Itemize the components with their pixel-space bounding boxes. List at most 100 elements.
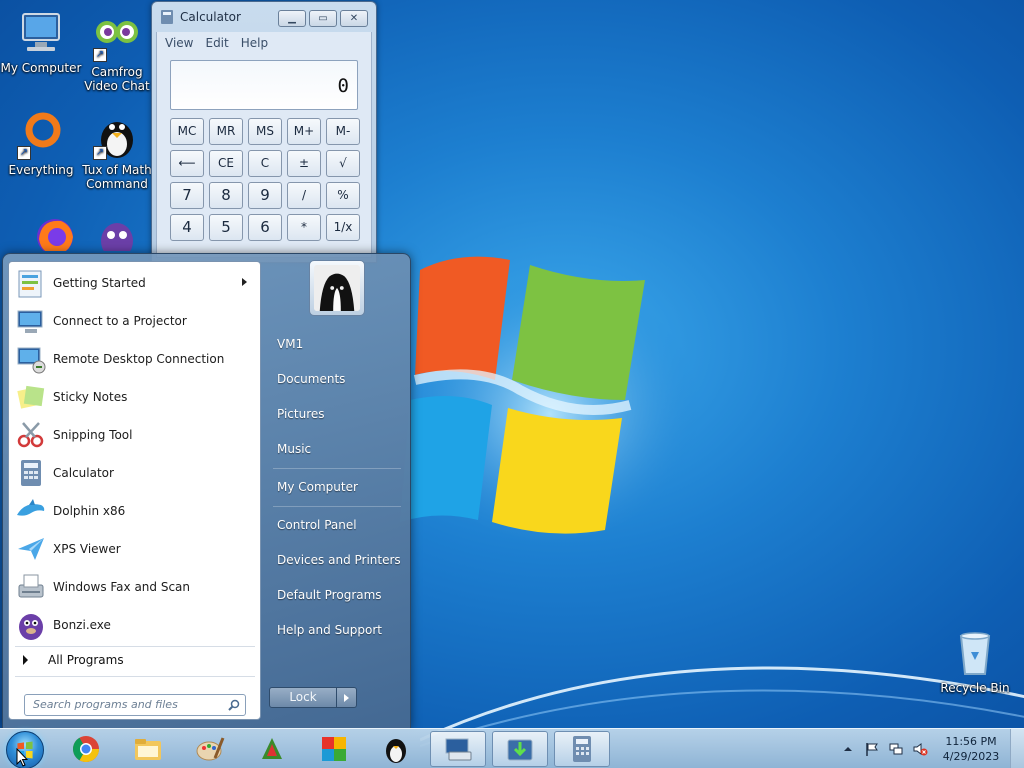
action-center-flag-icon[interactable] xyxy=(864,741,880,757)
clock-date: 4/29/2023 xyxy=(942,750,1000,763)
clock-time: 11:56 PM xyxy=(945,735,997,748)
key-divide[interactable]: / xyxy=(287,182,321,209)
calculator-menu-bar: View Edit Help xyxy=(157,32,371,52)
windows-logo-wallpaper xyxy=(400,256,700,540)
key-5[interactable]: 5 xyxy=(209,214,243,241)
link-my-computer[interactable]: My Computer xyxy=(277,480,358,494)
desktop-icon-bonzi[interactable] xyxy=(76,213,158,251)
user-avatar[interactable] xyxy=(309,260,365,316)
key-sqrt[interactable]: √ xyxy=(326,150,360,177)
key-m-minus[interactable]: M- xyxy=(326,118,360,145)
search-icon xyxy=(228,699,240,711)
taskbar-tux-math[interactable] xyxy=(368,731,424,767)
shortcut-arrow-icon: ↗ xyxy=(93,48,107,62)
program-remote-desktop[interactable]: Remote Desktop Connection xyxy=(15,340,255,378)
calculator-icon xyxy=(21,460,41,486)
my-computer-icon xyxy=(17,10,65,58)
divider xyxy=(15,646,255,647)
show-hidden-icons-icon[interactable] xyxy=(840,741,856,757)
desktop-icon-my-computer[interactable]: My Computer xyxy=(0,10,82,75)
calculator-app-icon xyxy=(161,10,173,24)
key-reciprocal[interactable]: 1/x xyxy=(326,214,360,241)
taskbar-cheat-engine[interactable] xyxy=(244,731,300,767)
taskbar-onscreen-keyboard[interactable] xyxy=(430,731,486,767)
divider xyxy=(273,468,401,469)
key-plus-minus[interactable]: ± xyxy=(287,150,321,177)
shortcut-arrow-icon: ↗ xyxy=(93,146,107,160)
snipping-tool-icon xyxy=(17,422,44,448)
close-button[interactable]: ✕ xyxy=(340,10,368,27)
key-ce[interactable]: CE xyxy=(209,150,243,177)
key-backspace[interactable]: ⟵ xyxy=(170,150,204,177)
taskbar-download-app[interactable] xyxy=(492,731,548,767)
key-8[interactable]: 8 xyxy=(209,182,243,209)
bonzi-icon xyxy=(19,614,43,640)
taskbar-avg[interactable] xyxy=(306,731,362,767)
taskbar-chrome[interactable] xyxy=(58,731,114,767)
desktop-icon-camfrog[interactable]: ↗ Camfrog Video Chat xyxy=(76,14,158,93)
program-calculator[interactable]: Calculator xyxy=(15,454,255,492)
program-xps-viewer[interactable]: XPS Viewer xyxy=(15,530,255,568)
desktop-icon-tux-math[interactable]: ↗ Tux of Math Command xyxy=(76,112,158,191)
tux-icon: ↗ xyxy=(93,112,141,160)
key-c[interactable]: C xyxy=(248,150,282,177)
key-6[interactable]: 6 xyxy=(248,214,282,241)
link-default-programs[interactable]: Default Programs xyxy=(277,588,382,602)
start-menu: Getting Started Connect to a Projector R… xyxy=(2,253,411,729)
link-devices-printers[interactable]: Devices and Printers xyxy=(277,553,401,567)
key-mc[interactable]: MC xyxy=(170,118,204,145)
show-desktop-button[interactable] xyxy=(1010,729,1024,768)
maximize-button[interactable]: ▭ xyxy=(309,10,337,27)
tux-icon xyxy=(386,739,406,763)
link-control-panel[interactable]: Control Panel xyxy=(277,518,357,532)
volume-muted-icon[interactable] xyxy=(912,741,928,757)
key-9[interactable]: 9 xyxy=(248,182,282,209)
key-m-plus[interactable]: M+ xyxy=(287,118,321,145)
minimize-button[interactable]: ▁ xyxy=(278,10,306,27)
search-programs-input[interactable]: Search programs and files xyxy=(24,694,246,716)
taskbar-clock[interactable]: 11:56 PM 4/29/2023 xyxy=(932,734,1010,764)
download-icon xyxy=(507,739,533,761)
divider xyxy=(273,506,401,507)
chrome-icon xyxy=(72,736,100,763)
program-sticky-notes[interactable]: Sticky Notes xyxy=(15,378,255,416)
program-snipping-tool[interactable]: Snipping Tool xyxy=(15,416,255,454)
taskbar: 11:56 PM 4/29/2023 xyxy=(0,728,1024,768)
taskbar-calculator[interactable] xyxy=(554,731,610,767)
link-help-support[interactable]: Help and Support xyxy=(277,623,382,637)
menu-view[interactable]: View xyxy=(165,34,193,52)
menu-help[interactable]: Help xyxy=(241,34,268,52)
lock-button[interactable]: Lock xyxy=(269,687,337,708)
calculator-window[interactable]: Calculator ▁ ▭ ✕ View Edit Help 0 MC MR … xyxy=(151,1,377,263)
menu-edit[interactable]: Edit xyxy=(205,34,228,52)
program-getting-started[interactable]: Getting Started xyxy=(15,264,255,302)
link-pictures[interactable]: Pictures xyxy=(277,407,325,421)
projector-icon xyxy=(17,310,43,333)
dolphin-icon xyxy=(17,499,45,516)
link-user-folder[interactable]: VM1 xyxy=(277,337,303,351)
calculator-icon xyxy=(573,736,591,762)
key-percent[interactable]: % xyxy=(326,182,360,209)
program-bonzi[interactable]: Bonzi.exe xyxy=(15,606,255,644)
taskbar-paint[interactable] xyxy=(182,731,238,767)
key-7[interactable]: 7 xyxy=(170,182,204,209)
chevron-right-icon xyxy=(23,655,28,665)
camfrog-icon: ↗ xyxy=(93,14,141,62)
program-dolphin[interactable]: Dolphin x86 xyxy=(15,492,255,530)
all-programs-button[interactable]: All Programs xyxy=(17,650,124,670)
xps-viewer-icon xyxy=(18,538,44,560)
network-icon[interactable] xyxy=(888,741,904,757)
key-multiply[interactable]: * xyxy=(287,214,321,241)
taskbar-explorer[interactable] xyxy=(120,731,176,767)
key-mr[interactable]: MR xyxy=(209,118,243,145)
power-options-arrow-button[interactable] xyxy=(337,687,357,708)
program-fax-scan[interactable]: Windows Fax and Scan xyxy=(15,568,255,606)
key-ms[interactable]: MS xyxy=(248,118,282,145)
link-documents[interactable]: Documents xyxy=(277,372,345,386)
getting-started-icon xyxy=(18,270,42,298)
key-4[interactable]: 4 xyxy=(170,214,204,241)
program-connect-projector[interactable]: Connect to a Projector xyxy=(15,302,255,340)
desktop-icon-everything[interactable]: ↗ Everything xyxy=(0,112,82,177)
desktop-icon-recycle-bin[interactable]: Recycle Bin xyxy=(934,630,1016,695)
link-music[interactable]: Music xyxy=(277,442,311,456)
